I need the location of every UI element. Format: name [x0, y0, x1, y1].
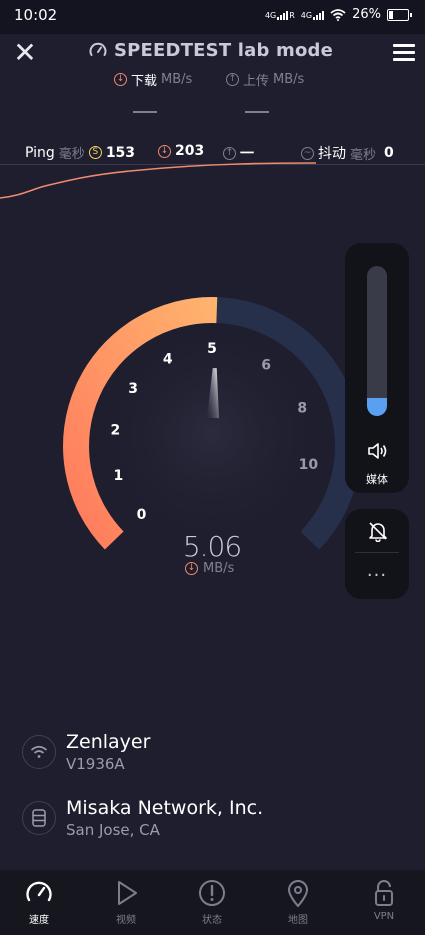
volume-panel: 媒体	[345, 243, 409, 493]
bell-off-icon[interactable]	[367, 520, 389, 542]
download-arrow-icon: ↓	[114, 73, 127, 86]
status-icons: 4G R 4G 26%	[264, 7, 412, 22]
gauge-tick-label: 3	[128, 381, 138, 397]
upload-unit: MB/s	[273, 72, 305, 87]
speedometer-title-icon	[89, 42, 107, 56]
upload-header: ↑ 下载 上传 MB/s	[226, 70, 304, 89]
server-icon	[22, 801, 56, 835]
isp-name: Zenlayer	[66, 731, 151, 753]
speed-value: 5.06	[182, 530, 242, 563]
nav-vpn-label: VPN	[373, 911, 395, 922]
page-title: SPEEDTEST lab mode	[114, 40, 334, 61]
wifi-status-icon	[330, 8, 346, 21]
alert-icon	[199, 880, 225, 906]
ping-download-icon: ↓	[158, 144, 171, 158]
close-button[interactable]: ✕	[10, 38, 40, 68]
gauge-tick-label: 2	[111, 423, 121, 439]
ping-download: ↓ 203	[158, 143, 204, 159]
speed-unit-row: ↓ MB/s	[185, 561, 234, 576]
speed-history-graph	[0, 162, 317, 199]
gauge-tick-label: 5	[207, 341, 217, 357]
battery-icon	[387, 8, 412, 21]
server-name: Misaka Network, Inc.	[66, 797, 264, 819]
more-options-button[interactable]: ···	[345, 565, 409, 586]
gauge-tick-label: 4	[163, 352, 173, 368]
gauge-tick-label: 10	[299, 457, 319, 473]
nav-vpn[interactable]: VPN	[354, 878, 414, 922]
isp-row[interactable]: Zenlayer V1936A	[22, 731, 150, 773]
menu-button[interactable]	[389, 40, 419, 66]
ping-label: Ping	[25, 144, 55, 161]
server-location: San Jose, CA	[66, 821, 160, 839]
map-pin-icon	[287, 880, 309, 908]
gauge-tick-label: 0	[137, 507, 147, 523]
jitter-icon: ~	[301, 146, 314, 160]
speed-download-icon: ↓	[185, 562, 198, 575]
speed-unit: MB/s	[203, 561, 235, 576]
isp-detail: V1936A	[66, 755, 125, 773]
jitter-value: 0	[384, 145, 394, 161]
wifi-icon	[22, 735, 56, 769]
page-title-group: SPEEDTEST lab mode	[88, 40, 333, 61]
server-row[interactable]: Misaka Network, Inc. San Jose, CA	[22, 797, 263, 839]
speedometer-icon	[26, 881, 52, 902]
nav-map[interactable]: 地图	[268, 878, 328, 926]
gauge-tick-label: 6	[261, 357, 271, 373]
upload-placeholder-dash	[245, 111, 269, 113]
quick-controls-panel: ···	[345, 509, 409, 599]
nav-status[interactable]: 状态	[182, 878, 242, 926]
nav-map-label: 地图	[288, 915, 308, 926]
lock-icon	[375, 880, 393, 906]
download-unit: MB/s	[161, 72, 193, 87]
download-header: ↓ 下载 MB/s	[114, 70, 192, 89]
volume-fill	[367, 398, 387, 416]
nav-video-label: 视频	[116, 915, 136, 926]
panel-divider	[355, 552, 399, 553]
ping-download-value: 203	[175, 143, 205, 159]
upload-arrow-icon: ↑	[226, 73, 239, 86]
ping-idle-value: 153	[105, 144, 136, 161]
bottom-nav: 速度 视频 状态 地图 VPN	[0, 870, 425, 935]
battery-percent: 26%	[352, 7, 381, 22]
clock: 10:02	[14, 6, 58, 24]
cell-signal-icon: 4G R	[264, 10, 295, 20]
gauge-tick-label: 1	[114, 468, 124, 484]
gauge-tick-label: 8	[297, 401, 307, 417]
cell-signal-2-icon: 4G	[301, 10, 325, 20]
download-label: 下载	[131, 74, 158, 89]
media-label: 媒体	[366, 473, 388, 486]
nav-status-label: 状态	[202, 915, 222, 926]
play-icon	[118, 881, 137, 905]
ping-upload-icon: ↑	[223, 146, 236, 160]
download-placeholder-dash	[133, 111, 157, 113]
ping-idle-icon: S	[88, 146, 102, 159]
nav-speed[interactable]: 速度	[9, 878, 69, 926]
upload-label-text: 上传	[243, 74, 270, 89]
nav-speed-label: 速度	[29, 915, 49, 926]
status-bar: 10:02 4G R 4G 26%	[0, 0, 425, 34]
volume-slider[interactable]	[367, 266, 387, 416]
nav-video[interactable]: 视频	[96, 878, 156, 926]
speaker-icon[interactable]	[367, 441, 389, 461]
